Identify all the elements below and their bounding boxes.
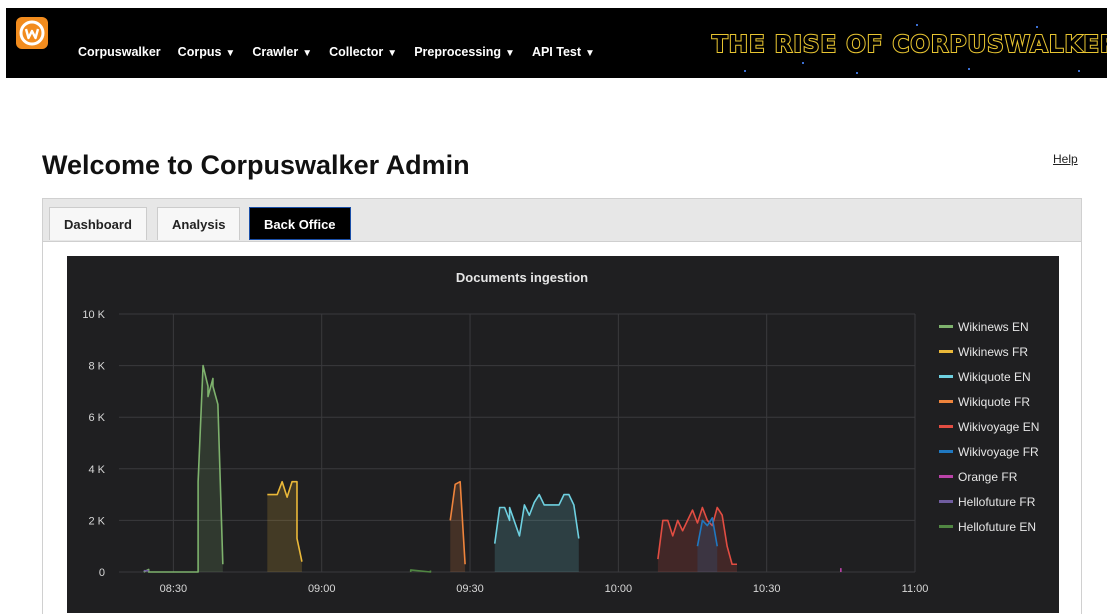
caret-down-icon: ▼: [505, 48, 515, 59]
y-tick-label: 10 K: [82, 309, 105, 321]
tab-back-office[interactable]: Back Office: [249, 207, 351, 240]
banner-title: THE RISE OF CORPUSWALKER: [711, 31, 1107, 59]
x-tick-label: 11:00: [902, 583, 929, 595]
menu-crawler[interactable]: Crawler ▼: [252, 45, 312, 59]
legend-swatch: [939, 475, 953, 478]
legend-item[interactable]: Wikiquote FR: [939, 389, 1039, 414]
menu-label: Preprocessing: [414, 45, 502, 59]
menu-preprocessing[interactable]: Preprocessing ▼: [414, 45, 515, 59]
x-tick-label: 10:00: [605, 583, 633, 595]
legend-item[interactable]: Hellofuture EN: [939, 514, 1039, 539]
series-area: [494, 494, 579, 572]
legend-label: Wikiquote EN: [958, 369, 1031, 384]
tab-bar: Dashboard Analysis Back Office: [43, 199, 1081, 242]
chart-title: Documents ingestion: [456, 270, 588, 285]
legend-label: Wikinews EN: [958, 319, 1029, 334]
legend-swatch: [939, 375, 953, 378]
caret-down-icon: ▼: [302, 48, 313, 59]
page-title: Welcome to Corpuswalker Admin: [42, 150, 470, 180]
legend-label: Orange FR: [958, 469, 1018, 484]
menu-collector[interactable]: Collector ▼: [329, 45, 397, 59]
tab-analysis[interactable]: Analysis: [157, 207, 241, 240]
tab-dashboard[interactable]: Dashboard: [49, 207, 147, 240]
menu-label: API Test: [531, 45, 582, 59]
y-tick-label: 6 K: [88, 412, 105, 424]
legend-label: Wikiquote FR: [958, 394, 1031, 409]
corpuswalker-logo[interactable]: [16, 17, 48, 49]
menu-label: Collector: [329, 45, 384, 59]
documents-ingestion-chart: Documents ingestion 0 2 K 4 K 6 K 8 K 10 K 08:3…: [67, 256, 1059, 613]
legend-label: Wikinews FR: [958, 344, 1029, 359]
chart-canvas: Documents ingestion 0 2 K 4 K 6 K 8 K 10 K 08:3…: [82, 270, 929, 595]
legend-item[interactable]: Orange FR: [939, 464, 1039, 489]
help-link[interactable]: Help: [1053, 152, 1078, 166]
menu-label: Corpuswalker: [78, 45, 161, 59]
rise-of-corpuswalker-banner: THE RISE OF CORPUSWALKER: [706, 18, 1107, 78]
y-tick-label: 4 K: [88, 464, 105, 476]
legend-label: Wikivoyage FR: [958, 444, 1039, 459]
legend-label: Hellofuture EN: [958, 519, 1037, 534]
legend-swatch: [939, 525, 953, 528]
legend-swatch: [939, 450, 953, 453]
menu-corpus[interactable]: Corpus ▼: [178, 45, 236, 59]
legend-swatch: [939, 500, 953, 503]
caret-down-icon: ▼: [225, 48, 236, 59]
x-tick-label: 10:30: [753, 583, 781, 595]
y-tick-label: 8 K: [88, 361, 105, 373]
legend-item[interactable]: Wikivoyage FR: [939, 439, 1039, 464]
legend-item[interactable]: Hellofuture FR: [939, 489, 1039, 514]
menu-corpuswalker[interactable]: Corpuswalker: [78, 45, 161, 59]
legend-swatch: [939, 325, 953, 328]
menu-label: Crawler: [252, 45, 299, 59]
legend-item[interactable]: Wikivoyage EN: [939, 414, 1039, 439]
menu-label: Corpus: [177, 45, 222, 59]
legend-item[interactable]: Wikinews EN: [939, 314, 1039, 339]
legend-item[interactable]: Wikiquote EN: [939, 364, 1039, 389]
y-tick-label: 2 K: [88, 515, 105, 527]
x-tick-label: 08:30: [160, 583, 188, 595]
legend-label: Hellofuture FR: [958, 494, 1036, 509]
menu-api-test[interactable]: API Test ▼: [532, 45, 595, 59]
legend-label: Wikivoyage EN: [958, 419, 1040, 434]
caret-down-icon: ▼: [387, 48, 398, 59]
legend-item[interactable]: Wikinews FR: [939, 339, 1039, 364]
caret-down-icon: ▼: [585, 48, 595, 59]
y-tick-label: 0: [99, 567, 105, 579]
x-tick-label: 09:30: [456, 583, 484, 595]
top-navbar: Corpuswalker Corpus ▼ Crawler ▼ Collector ▼ Pre…: [6, 8, 1107, 78]
x-tick-label: 09:00: [308, 583, 336, 595]
chart-legend: Wikinews EN Wikinews FR Wikiquote EN Wikiqu…: [939, 314, 1039, 539]
legend-swatch: [939, 425, 953, 428]
legend-swatch: [939, 400, 953, 403]
main-menu: Corpuswalker Corpus ▼ Crawler ▼ Collector ▼ Pre…: [78, 45, 612, 59]
legend-swatch: [939, 350, 953, 353]
